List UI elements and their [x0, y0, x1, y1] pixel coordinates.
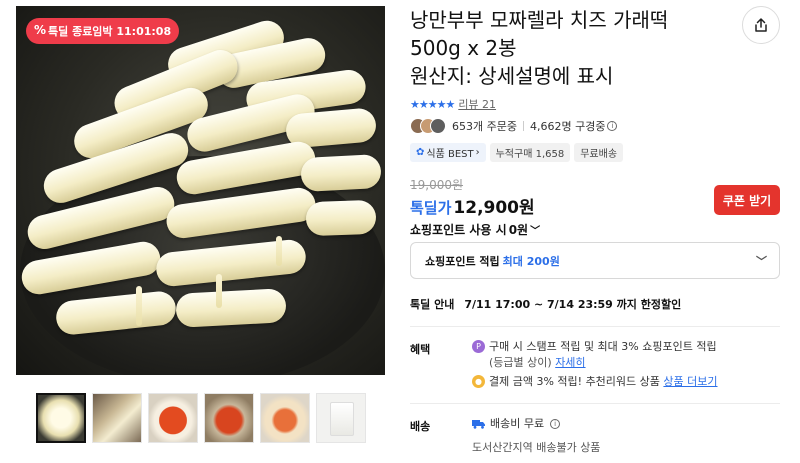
coin-icon: ●: [472, 375, 485, 388]
point-earn-dropdown[interactable]: 쇼핑포인트 적립 최대 200원 ﹀: [410, 242, 780, 279]
thumbnail-3[interactable]: [148, 393, 198, 443]
shipping-fee-row: 배송비 무료 i: [472, 416, 561, 432]
view-count: 4,662명 구경중: [529, 120, 606, 133]
chevron-down-icon: ﹀: [756, 255, 767, 268]
star-rating-icon: ★★★★★: [410, 97, 455, 111]
deal-price: 12,900원: [453, 198, 535, 218]
activity-row: 653개 주문중 4,662명 구경중 i: [410, 118, 618, 134]
coupon-button[interactable]: 쿠폰 받기: [714, 185, 780, 215]
point-p-icon: P: [472, 340, 485, 353]
point-earn-label: 쇼핑포인트 적립: [425, 254, 500, 268]
chevron-down-icon: ﹀: [530, 226, 541, 237]
cheese-strand: [216, 274, 222, 308]
best-tag[interactable]: ✿ 식품 BEST ›: [410, 143, 486, 162]
deal-info-period: 7/11 17:00 ~ 7/14 23:59 까지 한정할인: [464, 298, 682, 311]
divider: [522, 121, 524, 131]
details-link[interactable]: 자세히: [555, 356, 585, 369]
truck-icon: [472, 420, 485, 429]
thumbnail-2[interactable]: [92, 393, 142, 443]
thumbnail-6[interactable]: [316, 393, 366, 443]
shipping-note: 도서산간지역 배송불가 상품: [472, 441, 601, 454]
tag-row: ✿ 식품 BEST › 누적구매 1,658 무료배송: [410, 143, 624, 162]
deal-price-label: 톡딜가: [410, 199, 452, 217]
rating-row: ★★★★★ 리뷰 21: [410, 96, 496, 112]
more-products-link[interactable]: 상품 더보기: [663, 375, 717, 388]
benefit-reward-text: 결제 금액 3% 적립! 추천리워드 상품 상품 더보기: [489, 374, 718, 390]
benefit-stamp-sub: (등급별 상이): [489, 356, 552, 369]
thumbnail-4[interactable]: [204, 393, 254, 443]
deal-countdown-text: 특딜 종료임박 11:01:08: [48, 25, 172, 38]
benefit-stamp-line: 구매 시 스탬프 적립 및 최대 3% 쇼핑포인트 적립: [489, 340, 717, 353]
title-line-3: 원산지: 상세설명에 표시: [410, 64, 614, 88]
cheese-strand: [276, 236, 282, 266]
point-use-row[interactable]: 쇼핑포인트 사용 시 0원 ﹀: [410, 221, 540, 238]
point-use-value: 0원: [508, 223, 529, 237]
benefit-reward-line: 결제 금액 3% 적립! 추천리워드 상품: [489, 375, 660, 388]
share-button[interactable]: [742, 6, 780, 44]
share-icon: [755, 18, 767, 32]
benefit-reward-row: ● 결제 금액 3% 적립! 추천리워드 상품 상품 더보기: [472, 374, 718, 390]
point-earn-max: 최대 200원: [502, 254, 560, 268]
info-icon[interactable]: i: [607, 121, 618, 131]
point-use-label: 쇼핑포인트 사용 시: [410, 223, 507, 237]
deal-price-row: 톡딜가 12,900원: [410, 193, 535, 218]
avatar: [430, 118, 446, 134]
thumbnail-1[interactable]: [36, 393, 86, 443]
divider: [410, 326, 780, 327]
best-tag-label: 식품 BEST: [426, 149, 474, 160]
original-price: 19,000원: [410, 178, 464, 192]
thumbnail-strip: [36, 393, 366, 443]
cheese-strand: [136, 286, 142, 326]
rice-cake: [175, 288, 287, 328]
info-icon[interactable]: i: [550, 419, 561, 429]
deal-countdown-badge: % 특딜 종료임박 11:01:08: [26, 18, 180, 44]
benefits-label: 혜택: [410, 343, 431, 356]
badge-icon: ✿: [416, 147, 425, 158]
shipping-label: 배송: [410, 420, 431, 433]
package-image: [330, 402, 354, 436]
thumbnail-5[interactable]: [260, 393, 310, 443]
title-line-1: 낭만부부 모짜렐라 치즈 가래떡: [410, 8, 669, 32]
buyer-avatars: [410, 118, 446, 134]
benefit-stamp-text: 구매 시 스탬프 적립 및 최대 3% 쇼핑포인트 적립 (등급별 상이) 자세…: [489, 339, 717, 371]
main-product-image[interactable]: % 특딜 종료임박 11:01:08: [16, 6, 385, 375]
cumulative-purchase-tag: 누적구매 1,658: [489, 143, 571, 162]
deal-info-label: 톡딜 안내: [410, 298, 455, 311]
divider: [410, 403, 780, 404]
chevron-right-icon: ›: [475, 147, 480, 158]
percent-icon: %: [34, 23, 47, 37]
rice-cake: [300, 153, 382, 193]
rice-cake: [305, 199, 377, 237]
deal-info-row: 톡딜 안내 7/11 17:00 ~ 7/14 23:59 까지 한정할인: [410, 296, 681, 312]
order-count: 653개 주문중: [452, 120, 517, 133]
shipping-fee: 배송비 무료: [490, 417, 545, 430]
review-link[interactable]: 리뷰 21: [458, 96, 496, 112]
title-line-2: 500g x 2봉: [410, 36, 517, 60]
benefit-stamp-row: P 구매 시 스탬프 적립 및 최대 3% 쇼핑포인트 적립 (등급별 상이) …: [472, 339, 717, 371]
product-title: 낭만부부 모짜렐라 치즈 가래떡 500g x 2봉 원산지: 상세설명에 표시: [410, 6, 730, 90]
free-shipping-tag: 무료배송: [574, 143, 624, 162]
